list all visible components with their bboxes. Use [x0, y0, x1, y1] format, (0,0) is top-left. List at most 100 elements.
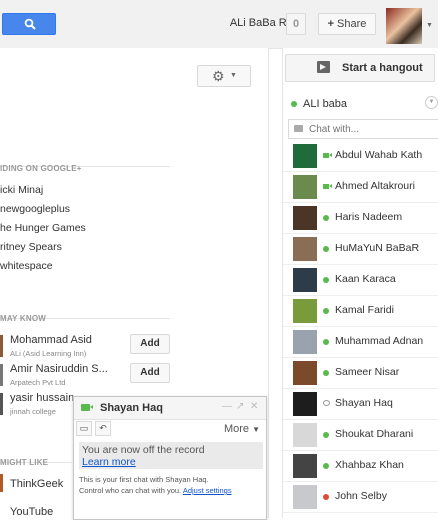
- chat-window: Shayan Haq — ↗ ✕ ▭ ↶ More ▼ You are now …: [73, 396, 267, 520]
- person-name[interactable]: Amir Nasiruddin S...: [10, 363, 108, 375]
- video-icon: [81, 404, 93, 411]
- contact-item[interactable]: Shoukat Dharani: [283, 420, 438, 451]
- privacy-text-prefix: Control who can chat with you.: [79, 486, 182, 495]
- online-status-icon: [323, 308, 329, 314]
- privacy-text: Control who can chat with you. Adjust se…: [79, 486, 232, 495]
- contact-item[interactable]: Shayan Haq: [283, 389, 438, 420]
- contact-name: Abdul Wahab Kath: [335, 149, 423, 161]
- first-chat-text: This is your first chat with Shayan Haq.: [79, 475, 209, 484]
- contact-item[interactable]: Kaan Karaca: [283, 265, 438, 296]
- trending-item[interactable]: newgoogleplus: [0, 203, 70, 215]
- video-icon: [323, 184, 332, 189]
- contact-name: Kamal Faridi: [335, 304, 394, 316]
- trending-item[interactable]: whitespace: [0, 260, 53, 272]
- contact-name: Xhahbaz Khan: [335, 459, 404, 471]
- adjust-settings-link[interactable]: Adjust settings: [183, 486, 232, 495]
- add-button[interactable]: Add: [130, 363, 170, 383]
- share-button[interactable]: + Share: [318, 13, 376, 35]
- chevron-down-icon[interactable]: ▼: [426, 22, 433, 29]
- minimize-icon[interactable]: —: [222, 401, 232, 412]
- contact-name: Shayan Haq: [335, 397, 393, 409]
- avatar[interactable]: [386, 8, 422, 44]
- off-record-notice: You are now off the record Learn more: [79, 442, 263, 469]
- chevron-down-icon: ▼: [230, 72, 237, 79]
- chat-bubble-icon: [323, 400, 330, 406]
- chat-toolbar: ▭ ↶ More ▼: [74, 419, 266, 439]
- learn-more-link[interactable]: Learn more: [82, 456, 136, 468]
- avatar: [293, 392, 317, 416]
- contact-item[interactable]: Xhahbaz Khan: [283, 451, 438, 482]
- person-subtitle: jinnah college: [10, 407, 56, 416]
- avatar: [293, 454, 317, 478]
- avatar[interactable]: [0, 364, 3, 386]
- trending-item[interactable]: ritney Spears: [0, 241, 62, 253]
- chat-search: [288, 119, 438, 139]
- contact-name: HuMaYuN BaBaR: [335, 242, 420, 254]
- chevron-down-icon[interactable]: ▼: [425, 96, 438, 109]
- chat-window-header[interactable]: Shayan Haq — ↗ ✕: [74, 397, 266, 420]
- my-name: ALI baba: [303, 98, 348, 110]
- contact-item[interactable]: Haris Nadeem: [283, 203, 438, 234]
- contact-item[interactable]: Ahmed Altakrouri: [283, 172, 438, 203]
- phone-icon[interactable]: ↶: [95, 421, 111, 436]
- avatar: [293, 206, 317, 230]
- online-status-icon: [323, 215, 329, 221]
- online-status-icon: [323, 277, 329, 283]
- avatar[interactable]: [0, 393, 3, 415]
- contact-name: Muhammad Adnan: [335, 335, 424, 347]
- person-name[interactable]: yasir hussain: [10, 392, 74, 404]
- avatar: [293, 268, 317, 292]
- gear-icon: ⚙: [212, 68, 225, 84]
- off-record-text: You are now off the record: [82, 444, 205, 456]
- start-hangout-label: Start a hangout: [342, 62, 423, 74]
- page-suggestion[interactable]: YouTube: [10, 506, 53, 518]
- avatar[interactable]: [0, 335, 3, 357]
- person-subtitle: Arpatech Pvt Ltd: [10, 378, 66, 387]
- search-button[interactable]: [2, 13, 56, 35]
- pop-out-icon[interactable]: ↗: [236, 401, 244, 412]
- online-status-icon: [323, 339, 329, 345]
- contact-item[interactable]: Abdul Wahab Kath: [283, 141, 438, 172]
- chat-sidebar: Start a hangout ALI baba ▼ Abdul Wahab K…: [282, 48, 438, 518]
- avatar: [293, 299, 317, 323]
- start-hangout-button[interactable]: Start a hangout: [285, 54, 435, 82]
- plus-icon: +: [327, 18, 335, 30]
- contact-item[interactable]: Sameer Nisar: [283, 358, 438, 389]
- settings-button[interactable]: ⚙ ▼: [197, 65, 251, 87]
- trending-item[interactable]: icki Minaj: [0, 184, 43, 196]
- status-dot: [291, 101, 297, 107]
- chat-search-input[interactable]: [309, 122, 434, 136]
- busy-status-icon: [323, 494, 329, 500]
- contact-item[interactable]: John Selby: [283, 482, 438, 513]
- avatar: [293, 237, 317, 261]
- video-call-icon[interactable]: ▭: [76, 421, 92, 436]
- online-status-icon: [323, 432, 329, 438]
- avatar[interactable]: [0, 474, 3, 492]
- avatar: [293, 175, 317, 199]
- online-status-icon: [323, 246, 329, 252]
- person-name[interactable]: Mohammad Asid: [10, 334, 92, 346]
- chat-bubble-icon: [294, 125, 303, 132]
- people-heading: MAY KNOW: [0, 314, 47, 323]
- search-icon: [24, 18, 36, 30]
- contact-name: Ahmed Altakrouri: [335, 180, 415, 192]
- add-button[interactable]: Add: [130, 334, 170, 354]
- contact-name: Shoukat Dharani: [335, 428, 414, 440]
- trending-heading: IDING ON GOOGLE+: [0, 164, 82, 173]
- video-icon: [323, 153, 332, 158]
- avatar: [293, 423, 317, 447]
- chevron-down-icon: ▼: [252, 425, 260, 434]
- contact-item[interactable]: Kamal Faridi: [283, 296, 438, 327]
- online-status-icon: [323, 370, 329, 376]
- close-icon[interactable]: ✕: [250, 401, 258, 412]
- contact-item[interactable]: HuMaYuN BaBaR: [283, 234, 438, 265]
- notification-count[interactable]: 0: [286, 13, 306, 35]
- online-status-icon: [323, 463, 329, 469]
- page-suggestion[interactable]: ThinkGeek: [10, 478, 63, 490]
- contact-name: John Selby: [335, 490, 387, 502]
- more-menu[interactable]: More ▼: [224, 423, 260, 435]
- contact-item[interactable]: Muhammad Adnan: [283, 327, 438, 358]
- avatar: [293, 144, 317, 168]
- person-subtitle: ALi (Asid Learning Inn): [10, 349, 87, 358]
- trending-item[interactable]: he Hunger Games: [0, 222, 86, 234]
